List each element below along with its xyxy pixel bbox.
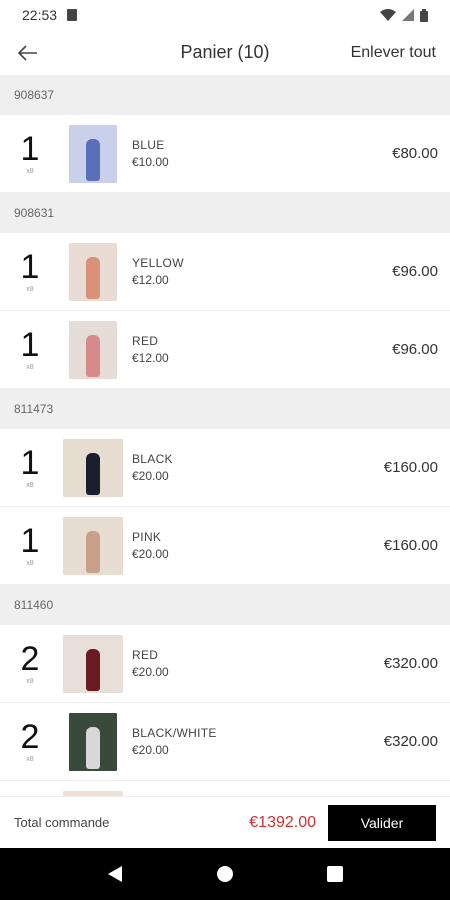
quantity-box: 2 x8 <box>0 720 60 763</box>
cart-item[interactable]: 1 <box>0 781 450 796</box>
quantity: 1 <box>20 326 40 364</box>
item-color: PINK <box>132 530 162 544</box>
product-thumbnail <box>62 516 124 575</box>
cart-item[interactable]: 2 x8 RED €20.00 €320.00 <box>0 625 450 703</box>
quantity-box: 1 x8 <box>0 250 60 293</box>
group-header: 811460 <box>0 585 450 625</box>
quantity-multiplier: x8 <box>26 678 34 685</box>
product-thumbnail <box>62 712 124 771</box>
order-footer: Total commande €1392.00 Valider <box>0 796 450 848</box>
cart-item[interactable]: 1 x8 YELLOW €12.00 €96.00 <box>0 233 450 311</box>
item-unit-price: €20.00 <box>132 665 169 679</box>
item-unit-price: €20.00 <box>132 469 169 483</box>
nav-back-icon[interactable] <box>95 854 135 894</box>
quantity-box: 1 x8 <box>0 524 60 567</box>
cart-item[interactable]: 2 x8 BLACK/WHITE €20.00 €320.00 <box>0 703 450 781</box>
back-arrow-icon[interactable] <box>14 39 42 67</box>
signal-icon <box>402 9 414 21</box>
item-total: €96.00 <box>392 263 438 280</box>
product-thumbnail <box>62 438 124 497</box>
wifi-icon <box>380 9 396 21</box>
cart-item[interactable]: 1 x8 BLACK €20.00 €160.00 <box>0 429 450 507</box>
validate-button[interactable]: Valider <box>328 804 436 841</box>
cart-item[interactable]: 1 x8 BLUE €10.00 €80.00 <box>0 115 450 193</box>
cart-list[interactable]: 908637 1 x8 BLUE €10.00 €80.00 908631 1 … <box>0 75 450 796</box>
item-total: €160.00 <box>383 459 438 476</box>
sd-card-icon <box>67 9 78 21</box>
battery-icon <box>420 8 428 22</box>
cart-item[interactable]: 1 x8 RED €12.00 €96.00 <box>0 311 450 389</box>
cart-item[interactable]: 1 x8 PINK €20.00 €160.00 <box>0 507 450 585</box>
item-unit-price: €12.00 <box>132 351 169 365</box>
quantity: 1 <box>20 522 40 560</box>
quantity-multiplier: x8 <box>26 364 34 371</box>
quantity: 1 <box>20 248 40 286</box>
group-header: 811473 <box>0 389 450 429</box>
total-amount: €1392.00 <box>249 813 316 831</box>
item-total: €96.00 <box>392 341 438 358</box>
product-thumbnail <box>62 242 124 301</box>
item-total: €160.00 <box>383 537 438 554</box>
status-time: 22:53 <box>22 7 58 23</box>
item-unit-price: €12.00 <box>132 273 169 287</box>
quantity: 2 <box>20 640 40 678</box>
nav-recents-icon[interactable] <box>315 854 355 894</box>
item-color: RED <box>132 334 159 348</box>
quantity-box: 1 x8 <box>0 132 60 175</box>
product-thumbnail <box>62 320 124 379</box>
product-thumbnail <box>62 634 124 693</box>
item-color: BLACK/WHITE <box>132 726 217 740</box>
item-unit-price: €20.00 <box>132 547 169 561</box>
quantity-multiplier: x8 <box>26 482 34 489</box>
status-bar: 22:53 <box>0 0 450 30</box>
item-total: €320.00 <box>383 655 438 672</box>
item-color: RED <box>132 648 159 662</box>
nav-home-icon[interactable] <box>205 854 245 894</box>
item-unit-price: €20.00 <box>132 743 169 757</box>
system-nav-bar <box>0 848 450 900</box>
item-color: YELLOW <box>132 256 184 270</box>
item-color: BLACK <box>132 452 173 466</box>
quantity: 1 <box>20 444 40 482</box>
quantity-multiplier: x8 <box>26 168 34 175</box>
quantity-multiplier: x8 <box>26 756 34 763</box>
quantity: 2 <box>20 718 40 756</box>
quantity-box: 2 x8 <box>0 642 60 685</box>
quantity-box: 1 x8 <box>0 328 60 371</box>
item-unit-price: €10.00 <box>132 155 169 169</box>
app-bar: Panier (10) Enlever tout <box>0 30 450 75</box>
total-label: Total commande <box>14 815 110 830</box>
quantity: 1 <box>20 130 40 168</box>
group-header: 908637 <box>0 75 450 115</box>
item-total: €320.00 <box>383 733 438 750</box>
clear-all-button[interactable]: Enlever tout <box>351 44 436 62</box>
product-thumbnail <box>62 124 124 183</box>
quantity-box: 1 x8 <box>0 446 60 489</box>
group-header: 908631 <box>0 193 450 233</box>
quantity-multiplier: x8 <box>26 560 34 567</box>
item-total: €80.00 <box>392 145 438 162</box>
item-color: BLUE <box>132 138 165 152</box>
quantity-multiplier: x8 <box>26 286 34 293</box>
